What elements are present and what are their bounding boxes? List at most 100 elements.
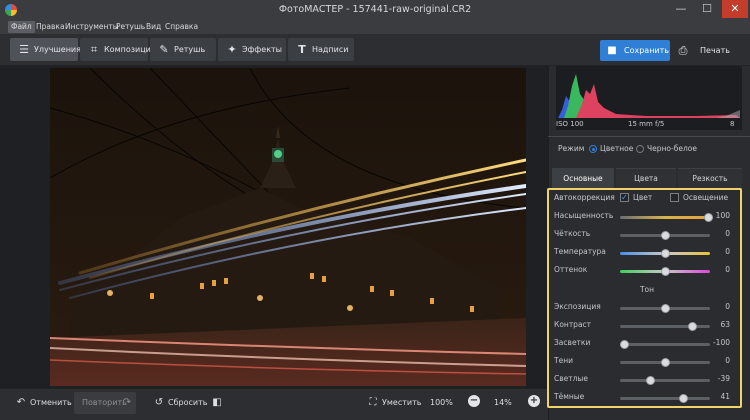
- slider-value: -39: [717, 374, 730, 383]
- mode-color-label[interactable]: Цветное: [600, 144, 633, 153]
- reset-icon: ↺: [154, 397, 164, 408]
- printer-icon: ⎙: [678, 44, 688, 57]
- slider-knob[interactable]: [619, 340, 629, 349]
- zoom-level: 14%: [494, 398, 512, 407]
- reset-button[interactable]: ↺ Сбросить: [152, 392, 208, 414]
- slider-value: 100: [715, 211, 730, 220]
- zoom-in-icon[interactable]: +: [528, 395, 540, 407]
- slider-label: Чёткость: [554, 229, 591, 238]
- slider-row: Насыщенность 100: [554, 211, 740, 225]
- slider-label: Тени: [554, 356, 573, 365]
- histogram-iso: ISO 100: [556, 120, 584, 128]
- slider-row: Экспозиция 0: [554, 302, 740, 316]
- slider-label: Оттенок: [554, 265, 588, 274]
- divider: [548, 136, 750, 137]
- slider-value: 0: [725, 229, 730, 238]
- tab-composition[interactable]: ⌗ Композиция: [80, 38, 156, 61]
- tab-enhancements[interactable]: ☰ Улучшения: [10, 38, 81, 61]
- compare-button[interactable]: ◧: [210, 392, 226, 414]
- tab-captions[interactable]: T Надписи: [288, 38, 354, 61]
- slider-row: Тени 0: [554, 356, 740, 370]
- slider-track[interactable]: [620, 394, 710, 403]
- mode-bw-radio[interactable]: [636, 145, 644, 153]
- slider-track[interactable]: [620, 376, 710, 385]
- sliders-icon: ☰: [19, 43, 29, 56]
- auto-light-checkbox[interactable]: [670, 193, 679, 202]
- mode-color-radio[interactable]: [589, 145, 597, 153]
- slider-knob[interactable]: [661, 358, 670, 367]
- text-icon: T: [298, 43, 306, 56]
- tab-colors[interactable]: Цвета: [616, 168, 676, 188]
- slider-track[interactable]: [620, 213, 714, 222]
- slider-track[interactable]: [620, 267, 710, 276]
- slider-knob[interactable]: [704, 213, 714, 222]
- slider-knob[interactable]: [661, 249, 670, 258]
- slider-row: Оттенок 0: [554, 265, 740, 279]
- minimize-button[interactable]: —: [668, 0, 694, 18]
- histogram-exposure: 8: [730, 120, 735, 128]
- tab-retouch[interactable]: ✎ Ретушь: [150, 38, 216, 61]
- slider-value: 0: [725, 302, 730, 311]
- slider-row: Засветки -100: [554, 338, 740, 352]
- slider-row: Тёмные 41: [554, 392, 740, 406]
- menu-help[interactable]: Справка: [162, 21, 201, 33]
- auto-correction-row: Автокоррекция ✓ Цвет Освещение: [554, 191, 740, 205]
- crop-icon: ⌗: [90, 43, 98, 56]
- fit-screen-icon: ⛶: [369, 397, 377, 408]
- slider-track[interactable]: [620, 304, 710, 313]
- slider-track[interactable]: [619, 340, 710, 349]
- auto-light-label[interactable]: Освещение: [683, 193, 728, 202]
- slider-row: Чёткость 0: [554, 229, 740, 243]
- slider-value: 41: [720, 392, 730, 401]
- redo-button[interactable]: Повторить ↷: [74, 392, 136, 414]
- tab-sharpness[interactable]: Резкость: [678, 168, 742, 188]
- slider-track[interactable]: [620, 322, 710, 331]
- auto-color-label[interactable]: Цвет: [633, 193, 652, 202]
- slider-knob[interactable]: [661, 267, 670, 276]
- slider-value: 0: [725, 356, 730, 365]
- slider-label: Контраст: [554, 320, 592, 329]
- zoom-out-icon[interactable]: −: [468, 395, 480, 407]
- mode-bw-label[interactable]: Черно-белое: [647, 144, 697, 153]
- tab-basic[interactable]: Основные: [552, 168, 614, 188]
- tab-effects[interactable]: ✦ Эффекты: [218, 38, 286, 61]
- slider-row: Светлые -39: [554, 374, 740, 388]
- mode-selector: Режим Цветное Черно-белое: [558, 144, 697, 153]
- auto-label: Автокоррекция: [554, 193, 615, 202]
- slider-knob[interactable]: [688, 322, 697, 331]
- slider-label: Засветки: [554, 338, 591, 347]
- histogram-focal: 15 mm f/5: [628, 120, 665, 128]
- slider-label: Экспозиция: [554, 302, 601, 311]
- undo-icon: ↶: [16, 397, 26, 408]
- slider-knob[interactable]: [661, 231, 670, 240]
- slider-knob[interactable]: [645, 376, 655, 385]
- histogram-graph: [556, 66, 742, 118]
- slider-knob[interactable]: [679, 394, 688, 403]
- photo-preview[interactable]: [50, 68, 526, 386]
- slider-value: 63: [720, 320, 730, 329]
- slider-track[interactable]: [620, 249, 710, 258]
- slider-track[interactable]: [620, 358, 710, 367]
- maximize-button[interactable]: ☐: [694, 0, 720, 18]
- slider-row: Температура 0: [554, 247, 740, 261]
- title-bar: ФотоМАСТЕР - 157441-raw-original.CR2 — ☐…: [0, 0, 750, 20]
- slider-label: Насыщенность: [554, 211, 614, 220]
- fit-button[interactable]: ⛶ Уместить: [366, 392, 422, 414]
- tone-section-title: Тон: [639, 285, 655, 294]
- magic-wand-icon: ✦: [227, 43, 237, 56]
- slider-value: 0: [725, 265, 730, 274]
- undo-button[interactable]: ↶ Отменить: [14, 392, 72, 414]
- slider-knob[interactable]: [661, 304, 670, 313]
- redo-icon: ↷: [122, 397, 132, 408]
- menu-bar: Файл Правка Инструменты Ретушь Вид Справ…: [0, 20, 750, 34]
- close-button[interactable]: ✕: [722, 0, 748, 18]
- menu-file[interactable]: Файл: [8, 21, 35, 33]
- save-button[interactable]: ■ Сохранить: [600, 40, 670, 61]
- slider-label: Светлые: [554, 374, 588, 383]
- auto-color-checkbox[interactable]: ✓: [620, 193, 629, 202]
- brush-icon: ✎: [159, 43, 169, 56]
- zoom-100-button[interactable]: 100%: [430, 392, 454, 414]
- print-button[interactable]: ⎙ Печать: [674, 40, 742, 61]
- slider-track[interactable]: [620, 231, 710, 240]
- slider-label: Температура: [554, 247, 606, 256]
